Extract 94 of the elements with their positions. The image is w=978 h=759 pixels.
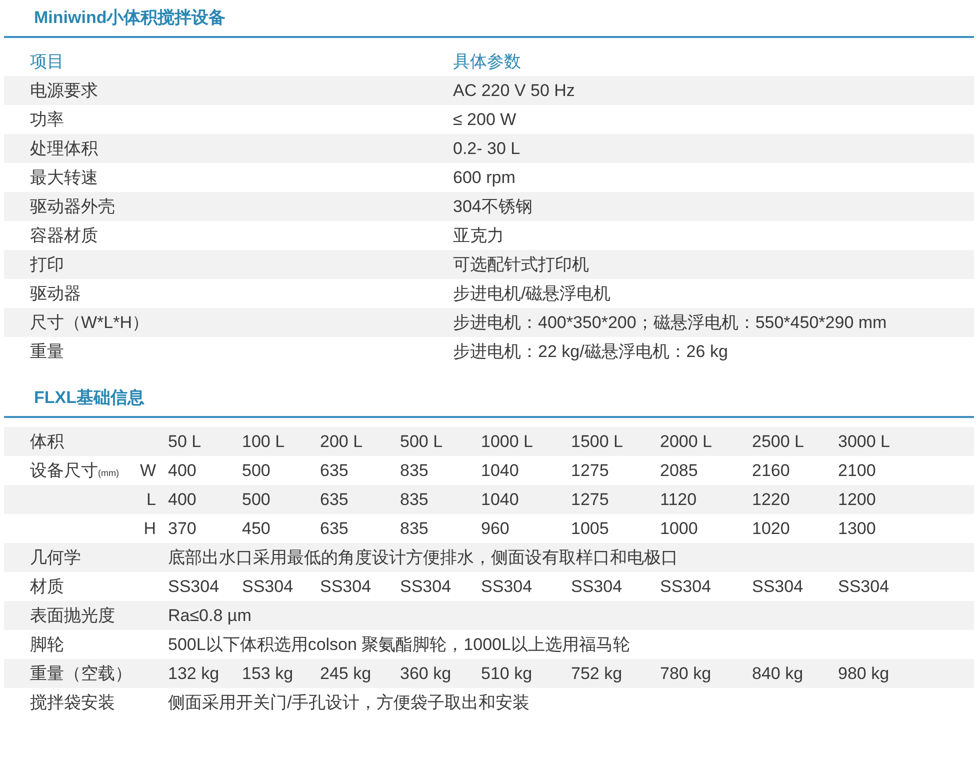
table-cell-text: 835 <box>400 490 430 510</box>
table-cell-text: 3000 L <box>838 432 891 452</box>
table-cell-text: 200 L <box>320 432 364 452</box>
table-cell-text: SS304 <box>752 576 804 596</box>
table-cell-text: SS304 <box>481 576 534 596</box>
table-cell-text: 500 <box>242 460 272 480</box>
table-cell-text: 脚轮 <box>30 634 64 656</box>
table-cell-text: 1275 <box>571 490 610 510</box>
table-cell-text: 1040 <box>481 460 520 480</box>
section-title: FLXL基础信息 <box>34 388 144 407</box>
table-cell-text: 304不锈钢 <box>453 196 532 218</box>
table-cell-text: 1005 <box>571 518 610 538</box>
table-cell: ≤ 200 W <box>453 110 516 130</box>
table-cell-text: 搅拌袋安装 <box>30 692 115 714</box>
table-cell-text: 驱动器外壳 <box>29 196 116 218</box>
column-header: 项目 <box>29 51 65 73</box>
table-cell-text: Ra≤0.8 µm <box>168 606 252 626</box>
table-cell-text: 1300 <box>838 518 877 538</box>
table-cell: H <box>144 518 156 538</box>
table-cell-text: SS304 <box>242 576 294 596</box>
table-cell-text: 835 <box>400 518 430 538</box>
table-cell-text: 500 <box>242 490 272 510</box>
table-cell-text: 1220 <box>752 490 791 510</box>
section-title: Miniwind小体积搅拌设备 <box>34 8 226 27</box>
table-cell-text: 可选配针式打印机 <box>453 254 589 276</box>
table-cell-text: 510 kg <box>481 664 534 684</box>
table-cell: AC 220 V 50 Hz <box>453 80 575 100</box>
table-cell-text: 几何学 <box>30 547 81 569</box>
table-cell-text: SS304 <box>320 576 372 596</box>
table-cell-text: 50 L <box>168 432 202 452</box>
table-cell-text: 重量（空载） <box>30 663 132 685</box>
table-cell-text: 635 <box>320 490 350 510</box>
table-cell-text: SS304 <box>838 576 890 596</box>
table-cell-text: 驱动器 <box>29 283 82 305</box>
table-cell: L <box>146 490 156 510</box>
table-cell-text: 752 kg <box>571 664 624 684</box>
table-cell-text: 底部出水口采用最低的角度设计方便排水，侧面设有取样口和电极口 <box>168 547 679 569</box>
table-cell-text: 尺寸（W*L*H） <box>29 312 150 334</box>
table-cell-text: 1000 L <box>481 432 534 452</box>
table-cell-text: 245 kg <box>320 664 372 684</box>
table-cell-text: 体积 <box>30 431 64 453</box>
table-cell-text: 处理体积 <box>29 138 99 160</box>
table-cell-text: 1275 <box>571 460 610 480</box>
table-cell: 600 rpm <box>453 168 516 188</box>
table-cell-text: 2000 L <box>660 432 713 452</box>
table-cell-text: SS304 <box>660 576 712 596</box>
table-cell-text: 电源要求 <box>29 80 99 102</box>
table-cell-text: 1200 <box>838 490 877 510</box>
table-cell-text: 132 kg <box>168 664 220 684</box>
table-cell-text: 亚克力 <box>453 225 504 247</box>
table-cell-text: 500 L <box>400 432 444 452</box>
table-cell-text: 980 kg <box>838 664 890 684</box>
table-cell-text: 835 <box>400 460 430 480</box>
table-cell-text: 1000 <box>660 518 699 538</box>
table-cell-text: 1040 <box>481 490 520 510</box>
table-cell-text: 1500 L <box>571 432 624 452</box>
table-cell-text: 780 kg <box>660 664 712 684</box>
table-cell-text: 1120 <box>660 490 698 510</box>
table-cell-text: 450 <box>242 518 272 538</box>
table-cell-text: 635 <box>320 460 350 480</box>
table-cell-text: 400 <box>168 460 198 480</box>
table-cell-text: 材质 <box>30 576 64 598</box>
table-cell-text: 步进电机/磁悬浮电机 <box>453 283 611 305</box>
table-cell-text: 功率 <box>29 109 65 131</box>
table-cell-text: 容器材质 <box>29 225 99 247</box>
column-header: 具体参数 <box>453 51 521 73</box>
unit-label: (mm) <box>98 468 119 478</box>
table-cell: W <box>140 461 156 481</box>
table-cell-text: 打印 <box>29 254 65 276</box>
table-cell-text: SS304 <box>168 576 220 596</box>
table-cell-text: 370 <box>168 518 198 538</box>
table-cell: 0.2- 30 L <box>453 138 520 158</box>
table-cell-text: 360 kg <box>400 664 452 684</box>
table-cell-text: 500L以下体积选用colson 聚氨酯脚轮，1000L以上选用福马轮 <box>168 634 631 656</box>
table-cell-text: 重量 <box>29 341 65 363</box>
table-cell-text: 表面抛光度 <box>30 605 115 627</box>
table-cell-text: 153 kg <box>242 664 294 684</box>
table-cell-text: 100 L <box>242 432 286 452</box>
table-cell-text: SS304 <box>571 576 624 596</box>
table-cell-text: 侧面采用开关门/手孔设计，方便袋子取出和安装 <box>168 692 531 714</box>
table-cell-text: 2100 <box>838 460 877 480</box>
table-cell-text: 840 kg <box>752 664 804 684</box>
table-cell-text: 2160 <box>752 460 791 480</box>
table-cell-text: 步进电机：22 kg/磁悬浮电机：26 kg <box>453 341 728 363</box>
table-cell-text: 设备尺寸 <box>30 460 98 482</box>
table-cell-text: 1020 <box>752 518 791 538</box>
table-cell-text: SS304 <box>400 576 452 596</box>
table-cell-text: 步进电机：400*350*200；磁悬浮电机：550*450*290 mm <box>453 312 887 334</box>
table-cell-text: 最大转速 <box>29 167 99 189</box>
table-cell-text: 635 <box>320 518 350 538</box>
table-cell-text: 400 <box>168 490 198 510</box>
table-cell-text: 2085 <box>660 460 699 480</box>
table-cell-text: 2500 L <box>752 432 805 452</box>
table-cell-text: 960 <box>481 518 510 538</box>
